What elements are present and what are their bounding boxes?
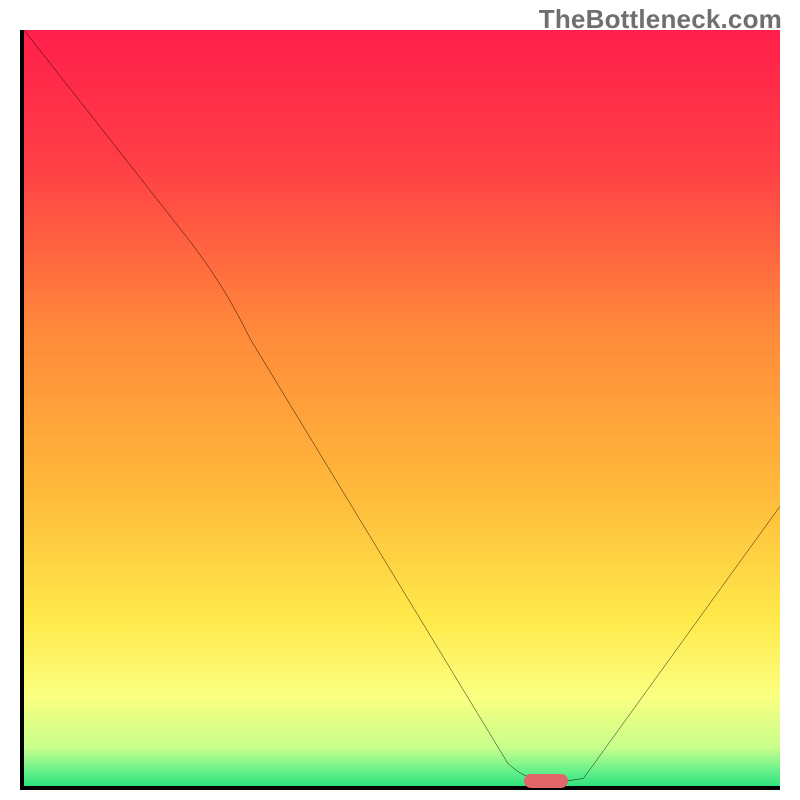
optimal-point-marker — [524, 774, 568, 788]
chart-container: TheBottleneck.com — [0, 0, 800, 800]
bottleneck-curve — [24, 30, 780, 786]
